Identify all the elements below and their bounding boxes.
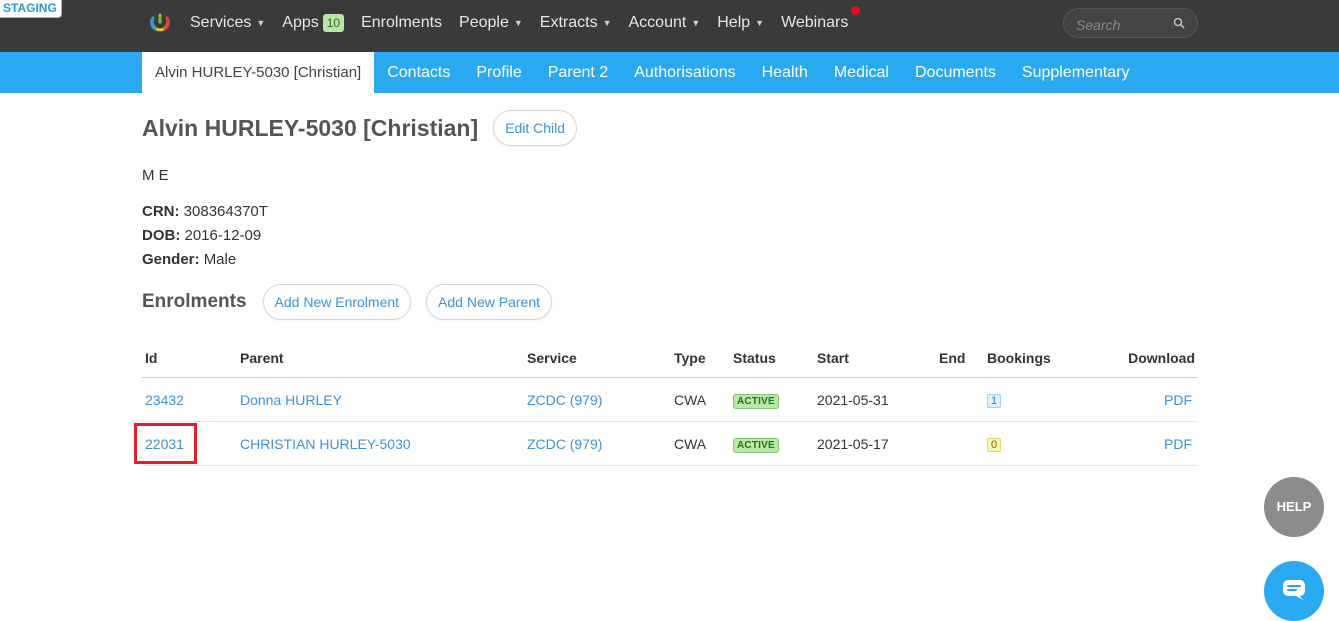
nav-apps-label: Apps xyxy=(282,14,319,31)
col-download: Download xyxy=(1094,339,1198,378)
table-header-row: Id Parent Service Type Status Start End … xyxy=(142,339,1198,378)
end-cell xyxy=(936,377,984,422)
enrolments-table: Id Parent Service Type Status Start End … xyxy=(142,339,1198,466)
nav-extracts-label: Extracts xyxy=(539,14,598,31)
caret-down-icon: ▼ xyxy=(602,18,612,28)
parent-link[interactable]: CHRISTIAN HURLEY-5030 xyxy=(240,436,411,452)
nav-account[interactable]: Account ▼ xyxy=(629,14,701,32)
tab-parent-2[interactable]: Parent 2 xyxy=(535,52,621,93)
table-row: 23432 Donna HURLEY ZCDC (979) CWA ACTIVE… xyxy=(142,377,1198,422)
pdf-download-link[interactable]: PDF xyxy=(1164,436,1192,452)
chat-icon xyxy=(1283,580,1305,600)
service-link[interactable]: ZCDC (979) xyxy=(527,392,602,408)
caret-down-icon: ▼ xyxy=(755,18,765,28)
child-subnav: Alvin HURLEY-5030 [Christian] Contacts P… xyxy=(0,52,1339,93)
bookings-count-badge[interactable]: 1 xyxy=(987,394,1002,408)
bookings-count-badge[interactable]: 0 xyxy=(987,438,1002,452)
service-link[interactable]: ZCDC (979) xyxy=(527,436,602,452)
enrolment-id-link[interactable]: 23432 xyxy=(145,392,184,408)
child-initials: M E xyxy=(142,167,169,184)
tab-profile[interactable]: Profile xyxy=(463,52,534,93)
tab-child-name[interactable]: Alvin HURLEY-5030 [Christian] xyxy=(142,52,375,93)
table-row: 22031 CHRISTIAN HURLEY-5030 ZCDC (979) C… xyxy=(142,421,1198,466)
nav-people-label: People xyxy=(459,14,509,31)
type-cell: CWA xyxy=(671,421,730,466)
pdf-download-link[interactable]: PDF xyxy=(1164,392,1192,408)
caret-down-icon: ▼ xyxy=(513,18,523,28)
type-cell: CWA xyxy=(671,377,730,422)
col-bookings: Bookings xyxy=(984,339,1094,378)
main-nav: Services ▼ Apps 10 Enrolments People ▼ E… xyxy=(190,0,865,46)
gender-row: Gender: Male xyxy=(142,251,236,268)
enrolments-header: Enrolments Add New Enrolment Add New Par… xyxy=(142,284,552,320)
dob-row: DOB: 2016-12-09 xyxy=(142,227,261,244)
col-type: Type xyxy=(671,339,730,378)
nav-people[interactable]: People ▼ xyxy=(459,14,523,32)
col-end: End xyxy=(936,339,984,378)
nav-webinars-label: Webinars xyxy=(781,14,849,31)
dob-value: 2016-12-09 xyxy=(184,227,262,244)
crn-label: CRN: xyxy=(142,203,180,220)
col-id: Id xyxy=(142,339,237,378)
nav-apps[interactable]: Apps 10 xyxy=(282,14,345,32)
help-button[interactable]: HELP xyxy=(1264,477,1324,537)
nav-enrolments[interactable]: Enrolments xyxy=(361,14,442,32)
tab-authorisations[interactable]: Authorisations xyxy=(621,52,748,93)
add-new-enrolment-button[interactable]: Add New Enrolment xyxy=(262,284,412,320)
crn-value: 308364370T xyxy=(183,203,268,220)
enrolment-id-link[interactable]: 22031 xyxy=(145,436,184,452)
status-badge: ACTIVE xyxy=(733,393,779,409)
nav-extracts[interactable]: Extracts ▼ xyxy=(540,14,612,32)
nav-enrolments-label: Enrolments xyxy=(361,14,443,31)
start-cell: 2021-05-17 xyxy=(814,421,936,466)
apps-count-badge: 10 xyxy=(322,14,345,32)
nav-help-label: Help xyxy=(717,14,751,31)
gender-label: Gender: xyxy=(142,251,200,268)
col-status: Status xyxy=(730,339,814,378)
caret-down-icon: ▼ xyxy=(256,18,266,28)
col-parent: Parent xyxy=(237,339,524,378)
tab-documents[interactable]: Documents xyxy=(902,52,1009,93)
app-logo-icon[interactable] xyxy=(149,12,171,34)
page-title: Alvin HURLEY-5030 [Christian] xyxy=(142,114,479,141)
staging-badge: STAGING xyxy=(0,0,62,18)
dob-label: DOB: xyxy=(142,227,181,244)
caret-down-icon: ▼ xyxy=(691,18,701,28)
col-start: Start xyxy=(814,339,936,378)
end-cell xyxy=(936,421,984,466)
nav-account-label: Account xyxy=(628,14,687,31)
top-navbar: STAGING Services ▼ Apps 10 Enrolments Pe… xyxy=(0,0,1339,52)
crn-row: CRN: 308364370T xyxy=(142,203,268,220)
nav-webinars[interactable]: Webinars xyxy=(781,14,848,32)
search-box xyxy=(1063,8,1198,38)
search-input[interactable] xyxy=(1074,15,1173,35)
nav-services[interactable]: Services ▼ xyxy=(190,14,265,32)
col-service: Service xyxy=(524,339,671,378)
parent-link[interactable]: Donna HURLEY xyxy=(240,392,342,408)
tab-supplementary[interactable]: Supplementary xyxy=(1009,52,1143,93)
tab-medical[interactable]: Medical xyxy=(821,52,902,93)
chat-button[interactable] xyxy=(1264,561,1324,621)
nav-help[interactable]: Help ▼ xyxy=(717,14,764,32)
search-icon[interactable] xyxy=(1173,17,1185,29)
add-new-parent-button[interactable]: Add New Parent xyxy=(426,284,552,320)
nav-services-label: Services xyxy=(190,14,252,31)
status-badge: ACTIVE xyxy=(733,437,779,453)
start-cell: 2021-05-31 xyxy=(814,377,936,422)
notification-dot xyxy=(851,6,860,15)
edit-child-button[interactable]: Edit Child xyxy=(493,110,578,146)
gender-value: Male xyxy=(203,251,237,268)
tab-health[interactable]: Health xyxy=(749,52,821,93)
tab-contacts[interactable]: Contacts xyxy=(374,52,463,93)
page-header: Alvin HURLEY-5030 [Christian] Edit Child xyxy=(142,110,578,146)
enrolments-title: Enrolments xyxy=(142,291,247,312)
